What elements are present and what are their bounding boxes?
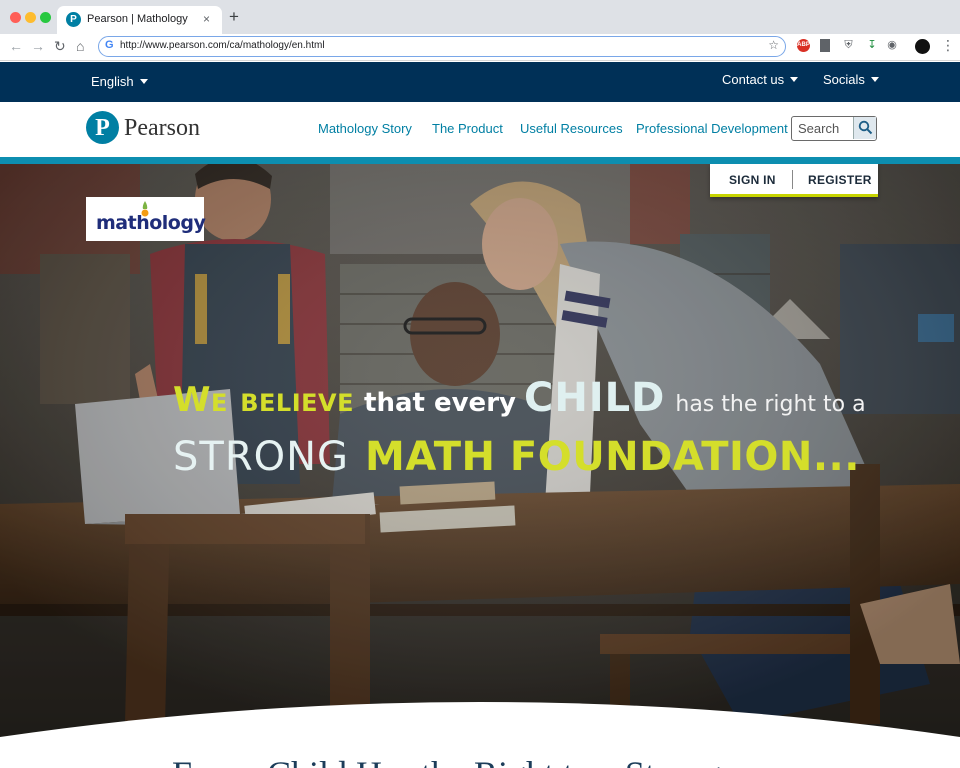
register-link[interactable]: REGISTER bbox=[808, 173, 872, 187]
browser-tab[interactable]: P Pearson | Mathology × bbox=[57, 6, 222, 34]
camera-icon[interactable]: ◉ bbox=[886, 39, 898, 52]
mathology-logo[interactable]: mathology bbox=[86, 197, 206, 241]
nav-professional-development[interactable]: Professional Development bbox=[636, 121, 788, 136]
chevron-down-icon bbox=[139, 79, 148, 84]
search-box bbox=[791, 116, 877, 141]
hero-banner: SIGN IN REGISTER mathology We believe tha… bbox=[0, 164, 960, 768]
close-tab-icon[interactable]: × bbox=[203, 12, 210, 26]
auth-divider bbox=[792, 170, 793, 189]
site-header: P Pearson Mathology Story The Product Us… bbox=[0, 102, 960, 157]
socials-label: Socials bbox=[823, 72, 865, 87]
back-arrow-icon[interactable]: ← bbox=[9, 37, 23, 55]
adblock-icon[interactable]: ABP bbox=[797, 39, 810, 52]
mathology-wordmark-o: o bbox=[149, 212, 162, 234]
tagline-that-every: that every bbox=[364, 388, 516, 418]
address-url[interactable]: http://www.pearson.com/ca/mathology/en.h… bbox=[120, 40, 325, 51]
tab-title: Pearson | Mathology bbox=[87, 13, 188, 25]
pin-icon[interactable] bbox=[820, 39, 830, 52]
auth-panel: SIGN IN REGISTER bbox=[710, 164, 878, 197]
search-button[interactable] bbox=[853, 117, 876, 139]
search-icon bbox=[858, 120, 873, 135]
new-tab-button[interactable]: + bbox=[229, 8, 239, 26]
pearson-logo-text[interactable]: Pearson bbox=[124, 115, 200, 142]
maximize-window-button[interactable] bbox=[40, 12, 51, 23]
google-icon: G bbox=[105, 39, 114, 51]
chevron-down-icon bbox=[870, 77, 879, 82]
contact-dropdown[interactable]: Contact us bbox=[722, 72, 799, 87]
section-heading: Every Child Has the Right to a Strong bbox=[172, 753, 721, 768]
chevron-down-icon bbox=[790, 77, 799, 82]
contact-label: Contact us bbox=[722, 72, 785, 87]
language-dropdown[interactable]: English bbox=[91, 74, 148, 89]
tagline-has-the-right: has the right to a bbox=[675, 392, 866, 417]
download-icon[interactable]: ↧ bbox=[866, 39, 878, 52]
reload-icon[interactable]: ↻ bbox=[54, 37, 66, 55]
mathology-wordmark: mathology bbox=[96, 212, 206, 234]
utility-bar: English Contact us Socials bbox=[0, 62, 960, 102]
pearson-favicon-icon: P bbox=[66, 12, 81, 27]
browser-tab-strip: P Pearson | Mathology × + bbox=[0, 0, 960, 34]
tagline-we-believe: We believe bbox=[173, 380, 355, 420]
forward-arrow-icon[interactable]: → bbox=[31, 37, 45, 55]
profile-avatar[interactable] bbox=[915, 39, 930, 54]
star-icon[interactable]: ☆ bbox=[768, 38, 779, 52]
search-input[interactable] bbox=[792, 117, 852, 139]
menu-dots-icon[interactable]: ⋮ bbox=[941, 37, 955, 53]
nav-useful-resources[interactable]: Useful Resources bbox=[520, 121, 623, 136]
nav-the-product[interactable]: The Product bbox=[432, 121, 503, 136]
address-bar[interactable]: G http://www.pearson.com/ca/mathology/en… bbox=[98, 36, 786, 57]
mathology-wordmark-part: math bbox=[96, 212, 150, 234]
mathology-wordmark-part: logy bbox=[161, 212, 206, 234]
sign-in-link[interactable]: SIGN IN bbox=[729, 173, 776, 187]
minimize-window-button[interactable] bbox=[25, 12, 36, 23]
shield-icon[interactable]: ⛨ bbox=[843, 39, 854, 52]
hero-tagline-line-2: STRONG MATH FOUNDATION... bbox=[173, 434, 860, 480]
home-icon[interactable]: ⌂ bbox=[76, 37, 84, 55]
header-accent-stripe bbox=[0, 157, 960, 164]
socials-dropdown[interactable]: Socials bbox=[823, 72, 879, 87]
hero-tagline-line-1: We believe that every CHILD has the right t… bbox=[173, 375, 866, 421]
pearson-logo-icon[interactable]: P bbox=[86, 111, 119, 144]
language-label: English bbox=[91, 74, 134, 89]
tagline-strong: STRONG bbox=[173, 434, 350, 480]
browser-toolbar: ← → ↻ ⌂ G http://www.pearson.com/ca/math… bbox=[0, 34, 960, 61]
nav-mathology-story[interactable]: Mathology Story bbox=[318, 121, 412, 136]
tagline-math-foundation: MATH FOUNDATION... bbox=[365, 434, 860, 480]
close-window-button[interactable] bbox=[10, 12, 21, 23]
tagline-child: CHILD bbox=[523, 375, 666, 421]
